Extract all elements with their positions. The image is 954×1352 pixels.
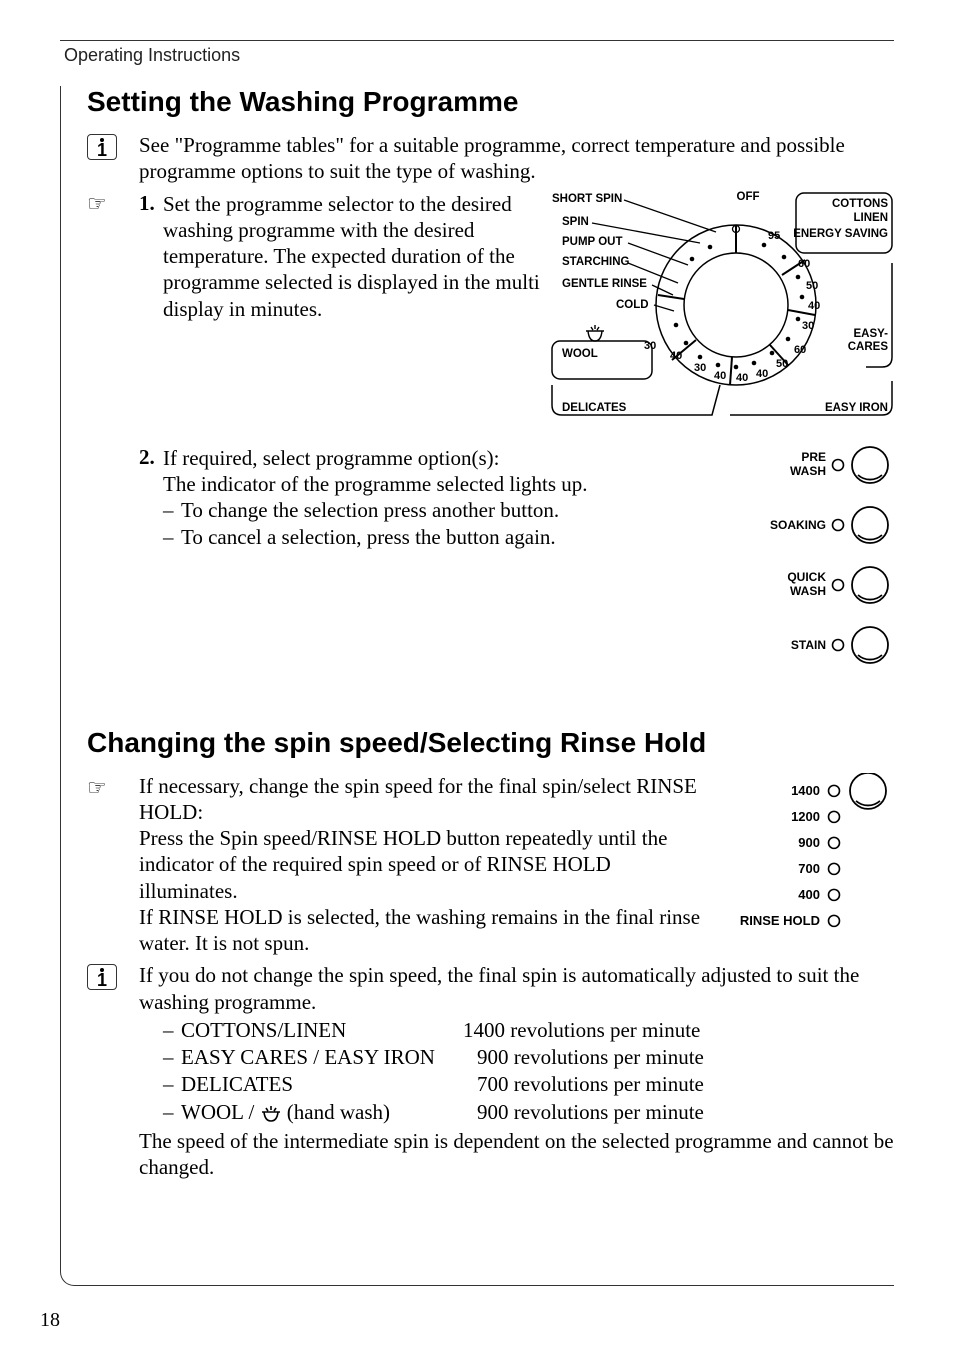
def-delicates-value: 700 revolutions per minute xyxy=(477,1071,704,1098)
svg-text:50: 50 xyxy=(776,358,788,370)
def-cottons-value: 1400 revolutions per minute xyxy=(463,1017,700,1044)
step-2-lead: If required, select programme option(s): xyxy=(163,445,720,471)
svg-text:40: 40 xyxy=(714,370,726,382)
svg-text:50: 50 xyxy=(806,280,818,292)
svg-text:30: 30 xyxy=(694,362,706,374)
heading-spin-speed: Changing the spin speed/Selecting Rinse … xyxy=(87,727,894,759)
svg-text:60: 60 xyxy=(794,344,806,356)
step-1-number: 1. xyxy=(139,191,163,216)
svg-text:OFF: OFF xyxy=(737,191,760,203)
svg-text:400: 400 xyxy=(798,886,820,901)
svg-text:STAIN: STAIN xyxy=(791,638,826,652)
intro-text: See "Programme tables" for a suitable pr… xyxy=(139,132,894,185)
svg-text:STARCHING: STARCHING xyxy=(562,256,630,268)
spin-text-2: Press the Spin speed/RINSE HOLD button r… xyxy=(139,825,704,904)
tail-text: The speed of the intermediate spin is de… xyxy=(139,1128,894,1181)
info-icon xyxy=(87,134,117,160)
option-buttons-diagram: PRE WASH SOAKING QUICK WASH xyxy=(740,443,894,703)
svg-text:30: 30 xyxy=(802,320,814,332)
svg-text:QUICK: QUICK xyxy=(787,570,826,584)
step-2-bullet-cancel: To cancel a selection, press the button … xyxy=(181,524,556,551)
svg-text:CARES: CARES xyxy=(848,341,889,353)
def-easycares-label: EASY CARES / EASY IRON xyxy=(181,1044,435,1071)
svg-text:EASY IRON: EASY IRON xyxy=(825,402,888,414)
svg-text:COTTONS: COTTONS xyxy=(832,198,888,210)
svg-text:40: 40 xyxy=(808,300,820,312)
pointer-icon: ☞ xyxy=(87,193,107,215)
svg-text:700: 700 xyxy=(798,860,820,875)
svg-text:LINEN: LINEN xyxy=(854,212,889,224)
def-delicates-label: DELICATES xyxy=(181,1071,293,1098)
svg-text:30: 30 xyxy=(644,340,656,352)
step-2-indicator-text: The indicator of the programme selected … xyxy=(163,471,720,497)
programme-dial-diagram: SHORT SPIN SPIN PUMP OUT STARCHING GENTL… xyxy=(550,185,894,425)
svg-text:WOOL: WOOL xyxy=(562,348,598,360)
page-number: 18 xyxy=(40,1309,60,1332)
svg-text:40: 40 xyxy=(736,372,748,384)
svg-text:1200: 1200 xyxy=(791,808,820,823)
def-cottons-label: COTTONS/LINEN xyxy=(181,1017,346,1044)
svg-text:ENERGY SAVING: ENERGY SAVING xyxy=(793,228,888,240)
handwash-icon xyxy=(260,1105,282,1123)
svg-text:1400: 1400 xyxy=(791,782,820,797)
info-icon xyxy=(87,964,117,990)
step-2-bullet-change: To change the selection press another bu… xyxy=(181,497,559,524)
svg-text:RINSE HOLD: RINSE HOLD xyxy=(740,912,820,927)
def-easycares-value: 900 revolutions per minute xyxy=(477,1044,704,1071)
spin-speed-diagram: 1400 1200 900 700 400 RINSE HOLD xyxy=(704,773,894,957)
spin-text-3: If RINSE HOLD is selected, the washing r… xyxy=(139,904,704,957)
heading-setting-programme: Setting the Washing Programme xyxy=(87,86,894,118)
step-1-text: Set the programme selector to the desire… xyxy=(163,191,542,322)
svg-text:PUMP OUT: PUMP OUT xyxy=(562,236,623,248)
pointer-icon: ☞ xyxy=(87,777,107,799)
svg-text:EASY-: EASY- xyxy=(853,328,888,340)
svg-text:WASH: WASH xyxy=(790,584,826,598)
running-header: Operating Instructions xyxy=(64,45,894,66)
svg-text:SHORT SPIN: SHORT SPIN xyxy=(552,193,622,205)
svg-text:COLD: COLD xyxy=(616,299,649,311)
svg-text:SPIN: SPIN xyxy=(562,216,589,228)
def-wool-label: WOOL / (hand wash) xyxy=(181,1099,390,1126)
svg-text:WASH: WASH xyxy=(790,464,826,478)
step-2-number: 2. xyxy=(139,445,163,470)
def-wool-value: 900 revolutions per minute xyxy=(477,1099,704,1126)
svg-text:900: 900 xyxy=(798,834,820,849)
svg-text:40: 40 xyxy=(670,350,682,362)
svg-text:PRE: PRE xyxy=(801,450,826,464)
svg-text:60: 60 xyxy=(798,258,810,270)
info-spin-default-text: If you do not change the spin speed, the… xyxy=(139,962,894,1015)
svg-text:SOAKING: SOAKING xyxy=(770,518,826,532)
svg-text:40: 40 xyxy=(756,368,768,380)
spin-text-1: If necessary, change the spin speed for … xyxy=(139,773,704,826)
svg-text:DELICATES: DELICATES xyxy=(562,402,627,414)
svg-text:GENTLE RINSE: GENTLE RINSE xyxy=(562,278,647,290)
svg-text:95: 95 xyxy=(768,230,780,242)
